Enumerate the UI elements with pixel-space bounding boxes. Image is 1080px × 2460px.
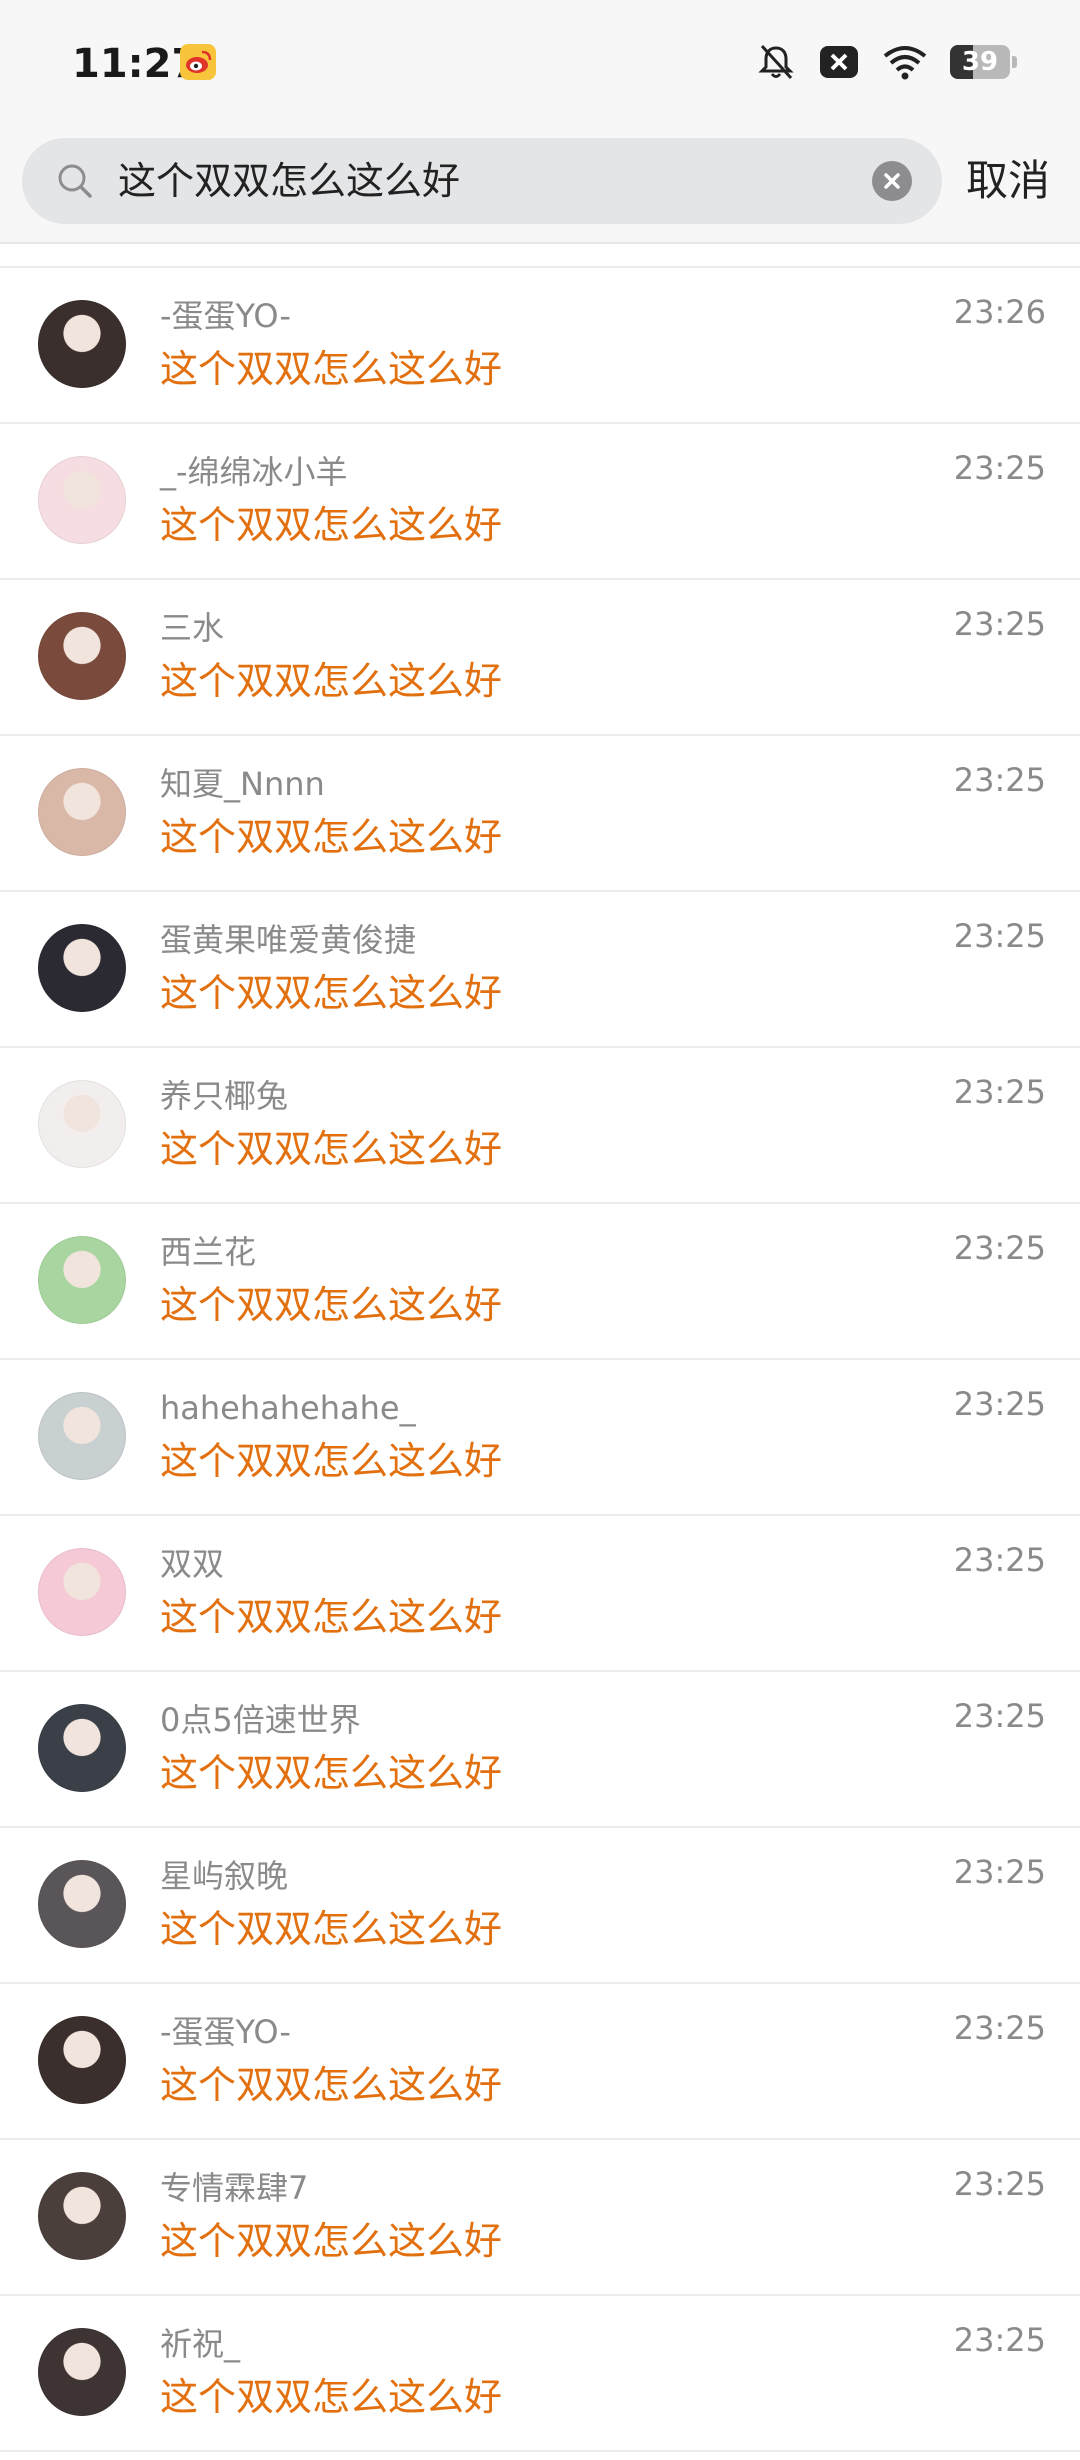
- close-box-icon: [818, 42, 860, 82]
- avatar[interactable]: [38, 1704, 126, 1792]
- avatar[interactable]: [38, 300, 126, 388]
- message-text: 这个双双怎么这么好: [160, 1439, 503, 1483]
- search-box[interactable]: 这个双双怎么这么好: [22, 138, 942, 224]
- message-text: 这个双双怎么这么好: [160, 2375, 503, 2419]
- battery-level: 39: [961, 47, 999, 77]
- timestamp: 23:25: [953, 761, 1046, 799]
- weibo-app-icon: [180, 44, 216, 80]
- result-item[interactable]: 星屿叙晚这个双双怎么这么好 23:25: [0, 1828, 1080, 1984]
- timestamp: 23:25: [953, 2009, 1046, 2047]
- timestamp: 23:25: [953, 917, 1046, 955]
- search-icon: [56, 162, 94, 204]
- avatar[interactable]: [38, 768, 126, 856]
- result-item[interactable]: 祈祝_ 这个双双怎么这么好 23:25: [0, 2296, 1080, 2452]
- avatar[interactable]: [38, 2172, 126, 2260]
- username[interactable]: 祈祝_: [160, 2322, 240, 2366]
- avatar[interactable]: [38, 1080, 126, 1168]
- avatar[interactable]: [38, 1548, 126, 1636]
- username[interactable]: 蛋黄果唯爱黄俊捷: [160, 918, 416, 962]
- timestamp: 23:25: [953, 1541, 1046, 1579]
- battery-icon: 39: [950, 45, 1017, 79]
- message-text: 这个双双怎么这么好: [160, 1595, 503, 1639]
- username[interactable]: -蛋蛋YO-: [160, 294, 291, 338]
- username[interactable]: 西兰花: [160, 1230, 256, 1274]
- result-list: -蛋蛋YO- 这个双双怎么这么好 23:26 _-绵绵冰小羊 这个双双怎么这么好 23:2…: [0, 266, 1080, 2452]
- result-item[interactable]: -蛋蛋YO- 这个双双怎么这么好 23:26: [0, 268, 1080, 424]
- message-text: 这个双双怎么这么好: [160, 1907, 503, 1951]
- username[interactable]: -蛋蛋YO-: [160, 2010, 291, 2054]
- avatar[interactable]: [38, 456, 126, 544]
- result-item[interactable]: 蛋黄果唯爱黄俊捷这个双双怎么这么好 23:25: [0, 892, 1080, 1048]
- username[interactable]: hahehahehahe_: [160, 1386, 416, 1430]
- username[interactable]: 三水: [160, 606, 224, 650]
- message-text: 这个双双怎么这么好: [160, 2063, 503, 2107]
- timestamp: 23:25: [953, 605, 1046, 643]
- cancel-button[interactable]: 取消: [966, 138, 1050, 224]
- result-item[interactable]: -蛋蛋YO- 这个双双怎么这么好 23:25: [0, 1984, 1080, 2140]
- result-item[interactable]: _-绵绵冰小羊这个双双怎么这么好 23:25: [0, 424, 1080, 580]
- timestamp: 23:25: [953, 1385, 1046, 1423]
- wifi-icon: [882, 42, 928, 82]
- timestamp: 23:25: [953, 449, 1046, 487]
- timestamp: 23:25: [953, 1229, 1046, 1267]
- avatar[interactable]: [38, 1392, 126, 1480]
- username[interactable]: _-绵绵冰小羊: [160, 450, 348, 494]
- message-text: 这个双双怎么这么好: [160, 1751, 503, 1795]
- message-text: 这个双双怎么这么好: [160, 1283, 503, 1327]
- username[interactable]: 知夏_Nnnn: [160, 762, 325, 806]
- search-bar: 这个双双怎么这么好 取消: [0, 124, 1080, 244]
- result-item[interactable]: 知夏_Nnnn 这个双双怎么这么好 23:25: [0, 736, 1080, 892]
- avatar[interactable]: [38, 924, 126, 1012]
- timestamp: 23:26: [953, 293, 1046, 331]
- message-text: 这个双双怎么这么好: [160, 503, 503, 547]
- battery-cap: [1012, 56, 1017, 68]
- result-item[interactable]: hahehahehahe_ 这个双双怎么这么好 23:25: [0, 1360, 1080, 1516]
- timestamp: 23:25: [953, 2321, 1046, 2359]
- timestamp: 23:25: [953, 1697, 1046, 1735]
- timestamp: 23:25: [953, 1853, 1046, 1891]
- timestamp: 23:25: [953, 2165, 1046, 2203]
- result-item[interactable]: 三水这个双双怎么这么好 23:25: [0, 580, 1080, 736]
- username[interactable]: 专情霖肆7: [160, 2166, 308, 2210]
- avatar[interactable]: [38, 1860, 126, 1948]
- username[interactable]: 双双: [160, 1542, 224, 1586]
- avatar[interactable]: [38, 2328, 126, 2416]
- search-input[interactable]: 这个双双怎么这么好: [118, 138, 818, 224]
- timestamp: 23:25: [953, 1073, 1046, 1111]
- message-text: 这个双双怎么这么好: [160, 815, 503, 859]
- result-item[interactable]: 双双这个双双怎么这么好 23:25: [0, 1516, 1080, 1672]
- bell-off-icon: [756, 42, 796, 82]
- status-icons: 39: [756, 40, 1017, 84]
- result-item[interactable]: 养只椰兔这个双双怎么这么好 23:25: [0, 1048, 1080, 1204]
- username[interactable]: 星屿叙晚: [160, 1854, 288, 1898]
- message-text: 这个双双怎么这么好: [160, 347, 503, 391]
- result-item[interactable]: 专情霖肆7 这个双双怎么这么好 23:25: [0, 2140, 1080, 2296]
- clear-icon[interactable]: [872, 161, 912, 201]
- result-item[interactable]: 西兰花这个双双怎么这么好 23:25: [0, 1204, 1080, 1360]
- avatar[interactable]: [38, 2016, 126, 2104]
- username[interactable]: 养只椰兔: [160, 1074, 288, 1118]
- message-text: 这个双双怎么这么好: [160, 2219, 503, 2263]
- avatar[interactable]: [38, 1236, 126, 1324]
- avatar[interactable]: [38, 612, 126, 700]
- status-bar: 11:27 39: [0, 0, 1080, 124]
- message-text: 这个双双怎么这么好: [160, 1127, 503, 1171]
- result-item[interactable]: 0点5倍速世界这个双双怎么这么好 23:25: [0, 1672, 1080, 1828]
- username[interactable]: 0点5倍速世界: [160, 1698, 361, 1742]
- message-text: 这个双双怎么这么好: [160, 971, 503, 1015]
- message-text: 这个双双怎么这么好: [160, 659, 503, 703]
